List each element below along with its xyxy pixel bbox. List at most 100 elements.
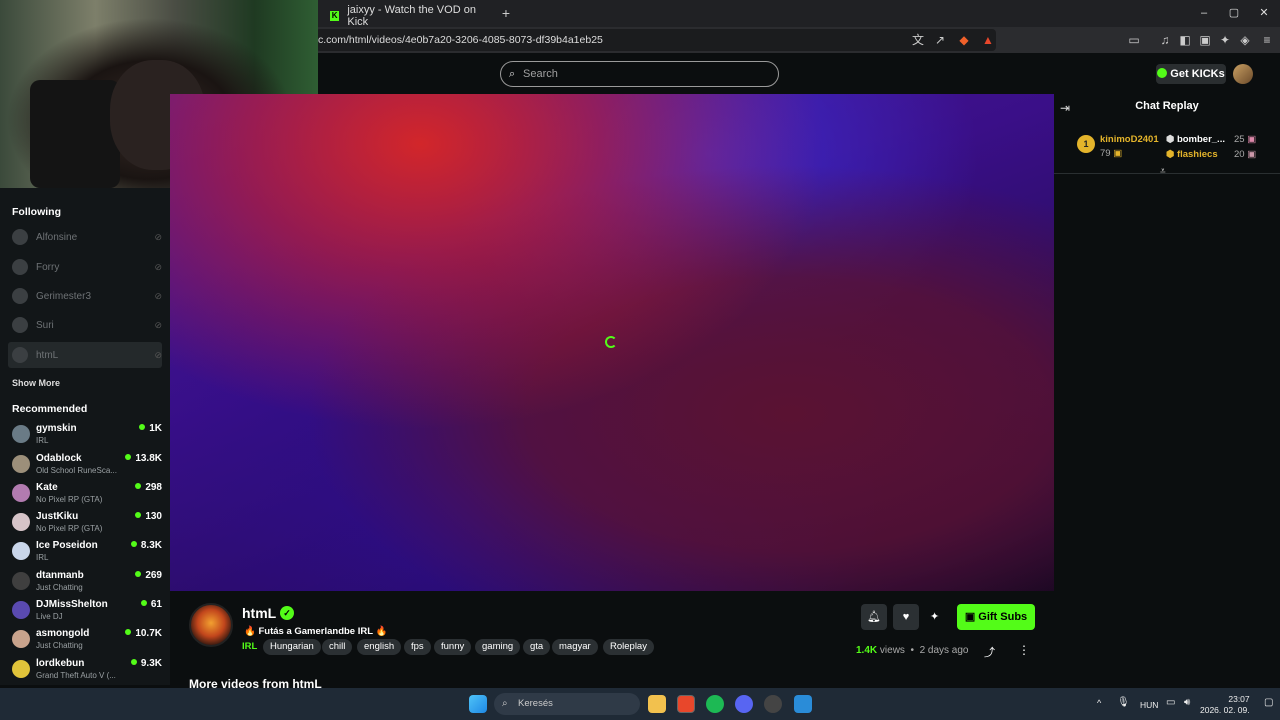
channel-category: Live DJ — [36, 612, 63, 621]
show-more-link[interactable]: Show More — [12, 378, 60, 388]
microphone-icon[interactable]: 🎙︎ — [1117, 697, 1130, 708]
channel-category: No Pixel RP (GTA) — [36, 495, 103, 504]
recommended-channel[interactable]: JustKiku No Pixel RP (GTA) 130 — [12, 509, 162, 537]
verified-icon: ✓ — [280, 606, 294, 620]
more-options-icon[interactable]: ⋮ — [1018, 643, 1030, 657]
stream-title: 🔥 Futás a Gamerlandbe IRL 🔥 — [244, 626, 388, 637]
tag[interactable]: Hungarian — [263, 639, 321, 655]
wallet-icon[interactable]: ▣ — [1197, 32, 1213, 48]
recommended-channel[interactable]: Kate No Pixel RP (GTA) 298 — [12, 480, 162, 508]
tag[interactable]: fps — [404, 639, 431, 655]
maximize-button[interactable]: ▢ — [1223, 5, 1245, 21]
gift-subs-label: Gift Subs — [978, 611, 1028, 623]
chat-title: Chat Replay — [1135, 100, 1199, 112]
webcam-chair — [30, 80, 120, 188]
separator: • — [910, 645, 914, 656]
share-icon[interactable]: ↗ — [932, 32, 948, 48]
following-name: Gerimester3 — [36, 290, 92, 302]
brave-browser-icon[interactable] — [677, 695, 695, 713]
category-link[interactable]: IRL — [242, 641, 257, 652]
tag[interactable]: magyar — [552, 639, 598, 655]
volume-icon[interactable]: 🔊︎ — [1184, 697, 1190, 708]
recommended-channel[interactable]: asmongold Just Chatting 10.7K — [12, 626, 162, 654]
follow-heart-icon[interactable]: ♥ — [893, 604, 919, 630]
tray-chevron-icon[interactable]: ^ — [1097, 698, 1101, 708]
avatar — [12, 484, 30, 502]
tag[interactable]: Roleplay — [603, 639, 654, 655]
leader-name[interactable]: kinimoD2401 — [1100, 134, 1159, 145]
leader-name[interactable]: ⬢ flashiecs — [1166, 149, 1218, 160]
vpn-icon[interactable]: ◈ — [1237, 32, 1253, 48]
close-window-button[interactable]: ✕ — [1253, 5, 1275, 21]
channel-category: Grand Theft Auto V (... — [36, 671, 116, 680]
clock[interactable]: 23:07 2026. 02. 09. — [1200, 694, 1250, 716]
notifications-icon[interactable]: ▢ — [1264, 697, 1273, 708]
new-tab-button[interactable]: + — [498, 5, 514, 21]
share-icon[interactable]: ⤴ — [984, 644, 995, 660]
tag[interactable]: chill — [322, 639, 353, 655]
panel-icon[interactable]: ◧ — [1177, 32, 1193, 48]
rank-badge: 1 — [1077, 135, 1095, 153]
channel-avatar[interactable] — [189, 603, 233, 647]
recommended-channel[interactable]: dtanmanb Just Chatting 269 — [12, 568, 162, 596]
media-icon[interactable]: ♫ — [1157, 32, 1173, 48]
channel-name: JustKiku — [36, 511, 79, 522]
chat-panel — [1054, 94, 1280, 685]
gift-subs-button[interactable]: ▣ Gift Subs — [957, 604, 1035, 630]
get-kicks-button[interactable]: Get KICKs — [1156, 64, 1226, 84]
following-item-selected[interactable]: htmL ⊘ — [8, 342, 162, 368]
address-bar[interactable]: c.com/html/videos/4e0b7a20-3206-4085-807… — [316, 29, 996, 51]
sidebar-icon[interactable]: ▭ — [1126, 32, 1142, 48]
channel-name[interactable]: htmL — [242, 605, 276, 621]
notifications-bell-icon[interactable]: 🔔︎ — [861, 604, 887, 630]
brave-shields-icon[interactable]: ◆ — [956, 32, 972, 48]
photos-icon[interactable] — [794, 695, 812, 713]
tag[interactable]: funny — [434, 639, 472, 655]
expand-leaderboard-icon[interactable]: ⩡ — [1160, 166, 1166, 177]
brave-rewards-icon[interactable]: ▲ — [980, 32, 996, 48]
spotify-icon[interactable] — [706, 695, 724, 713]
recommended-channel[interactable]: lordkebun Grand Theft Auto V (... 9.3K — [12, 656, 162, 684]
recommended-channel[interactable]: Odablock Old School RuneSca... 13.8K — [12, 451, 162, 479]
windows-start-icon[interactable] — [469, 695, 487, 713]
channel-category: No Pixel RP (GTA) — [36, 524, 103, 533]
following-item[interactable]: Alfonsine ⊘ — [12, 225, 162, 249]
language-indicator[interactable]: HUN — [1140, 700, 1158, 710]
user-avatar[interactable] — [1233, 64, 1253, 84]
avatar — [12, 660, 30, 678]
minimize-button[interactable]: – — [1193, 5, 1215, 21]
following-item[interactable]: Forry ⊘ — [12, 255, 162, 279]
recommended-channel[interactable]: DJMissShelton Live DJ 61 — [12, 597, 162, 625]
browser-tab[interactable]: K jaixyy - Watch the VOD on Kick — [330, 4, 490, 28]
following-name: htmL — [36, 349, 59, 361]
following-item[interactable]: Gerimester3 ⊘ — [12, 284, 162, 308]
sparkle-icon[interactable]: ✦ — [930, 610, 939, 623]
search-placeholder: Search — [523, 68, 558, 80]
leader-name[interactable]: ⬢ bomber_... — [1166, 134, 1225, 145]
discord-icon[interactable] — [735, 695, 753, 713]
recommended-channel[interactable]: Ice Poseidon IRL 8.3K — [12, 538, 162, 566]
following-item[interactable]: Suri ⊘ — [12, 313, 162, 337]
search-input[interactable]: ⌕ Search — [500, 61, 779, 87]
views-label: views — [879, 645, 905, 656]
taskbar-search[interactable]: ⌕ Keresés — [494, 693, 640, 715]
search-icon: ⌕ — [509, 68, 516, 80]
viewer-count: 10.7K — [125, 628, 162, 639]
tag[interactable]: gaming — [475, 639, 521, 655]
loading-spinner-icon — [605, 336, 617, 348]
steam-icon[interactable] — [764, 695, 782, 713]
live-dot-icon — [139, 424, 146, 430]
translate-icon[interactable]: 文 — [910, 32, 926, 48]
tag[interactable]: english — [357, 639, 402, 655]
avatar — [12, 229, 28, 245]
following-name: Alfonsine — [36, 231, 78, 243]
offline-icon: ⊘ — [154, 261, 162, 272]
tag[interactable]: gta — [523, 639, 551, 655]
avatar — [12, 347, 28, 363]
leo-ai-icon[interactable]: ✦ — [1217, 32, 1233, 48]
recommended-channel[interactable]: gymskin IRL 1K — [12, 421, 162, 449]
gift-icon: ▣ — [1247, 134, 1257, 145]
file-explorer-icon[interactable] — [648, 695, 666, 713]
network-icon[interactable]: ▭ — [1166, 697, 1175, 708]
menu-icon[interactable]: ≡ — [1259, 32, 1275, 48]
